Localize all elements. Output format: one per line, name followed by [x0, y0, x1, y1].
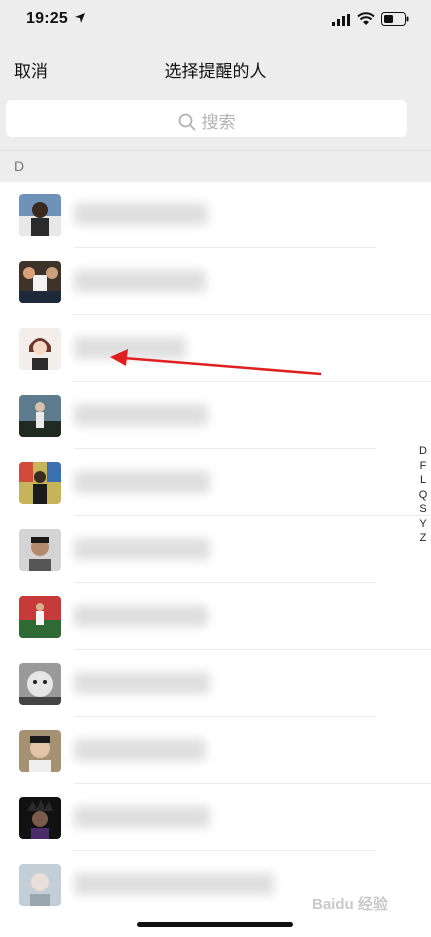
contact-row[interactable] [0, 583, 431, 650]
index-letter-f[interactable]: F [413, 459, 431, 474]
contact-row[interactable] [0, 382, 431, 449]
index-letter-z[interactable]: Z [413, 531, 431, 546]
contact-row[interactable] [0, 449, 431, 516]
page-title: 选择提醒的人 [164, 62, 267, 81]
status-time: 19:25 [26, 10, 68, 27]
contact-name-blurred [74, 672, 210, 694]
location-arrow-icon [75, 13, 85, 23]
contact-row[interactable] [0, 248, 431, 315]
search-area: 搜索 [0, 92, 431, 150]
section-letter: D [14, 158, 25, 174]
cellular-signal-icon [332, 14, 350, 26]
avatar [19, 395, 61, 437]
status-bar: 19:25 [0, 0, 431, 44]
contact-name-blurred [74, 605, 208, 627]
avatar [19, 864, 61, 906]
contact-name-blurred [74, 806, 210, 828]
watermark: Baidu 经验 [312, 896, 388, 913]
contact-row[interactable] [0, 784, 431, 851]
search-input[interactable]: 搜索 [6, 100, 407, 137]
navigation-bar: 取消 选择提醒的人 [0, 44, 431, 92]
index-letter-s[interactable]: S [413, 502, 431, 517]
search-placeholder: 搜索 [201, 113, 236, 132]
contact-list [0, 181, 431, 918]
contact-name-blurred [74, 337, 186, 359]
alphabet-index[interactable]: D F L Q S Y Z [413, 444, 431, 546]
contact-name-blurred [74, 538, 210, 560]
contact-row[interactable] [0, 181, 431, 248]
avatar [19, 529, 61, 571]
battery-icon [381, 12, 409, 26]
home-indicator [137, 922, 293, 927]
avatar [19, 730, 61, 772]
search-placeholder-row: 搜索 [6, 108, 407, 133]
contact-row[interactable] [0, 717, 431, 784]
contact-row[interactable] [0, 516, 431, 583]
contact-name-blurred [74, 203, 208, 225]
index-letter-q[interactable]: Q [413, 488, 431, 503]
section-header: D [0, 150, 431, 182]
search-icon [178, 113, 196, 131]
avatar [19, 663, 61, 705]
contact-name-blurred [74, 739, 206, 761]
avatar [19, 596, 61, 638]
avatar [19, 797, 61, 839]
wifi-icon [357, 12, 375, 25]
index-letter-l[interactable]: L [413, 473, 431, 488]
index-letter-y[interactable]: Y [413, 517, 431, 532]
contact-name-blurred [74, 471, 210, 493]
contact-name-blurred [74, 404, 208, 426]
contact-row[interactable] [0, 315, 431, 382]
contact-name-blurred [74, 270, 206, 292]
avatar [19, 261, 61, 303]
avatar [19, 462, 61, 504]
contact-row[interactable] [0, 650, 431, 717]
index-letter-d[interactable]: D [413, 444, 431, 459]
avatar [19, 194, 61, 236]
contact-name-blurred [74, 873, 274, 895]
avatar [19, 328, 61, 370]
